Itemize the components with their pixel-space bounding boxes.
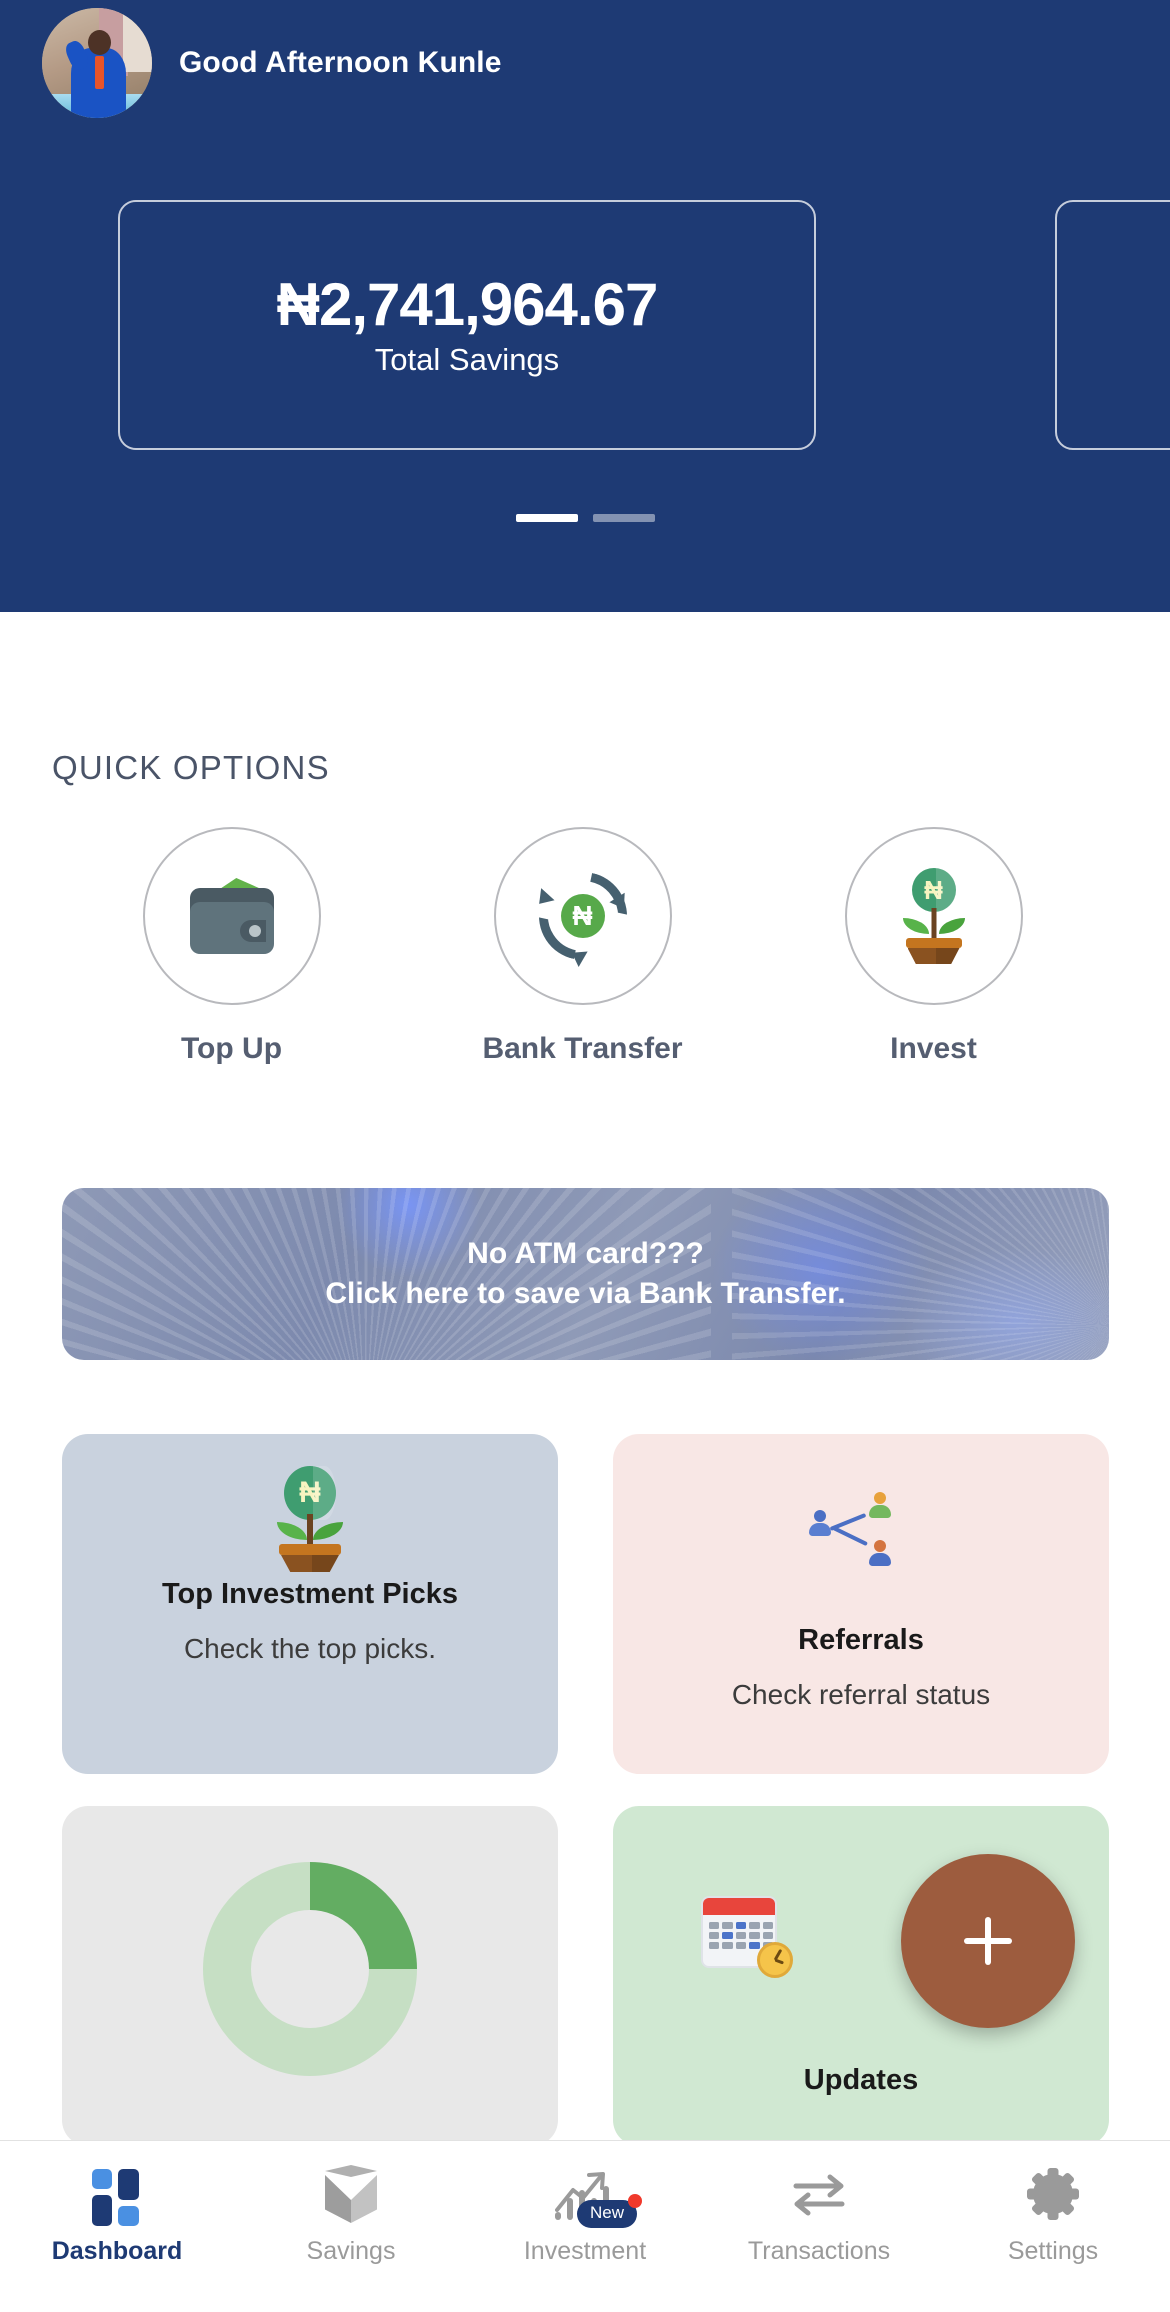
money-plant-icon: ₦ xyxy=(891,868,977,964)
new-badge-label: New xyxy=(590,2203,625,2223)
invest-circle[interactable]: ₦ xyxy=(844,827,1023,1005)
nav-label: Dashboard xyxy=(51,2237,183,2265)
balance-label: Total Savings xyxy=(374,341,560,377)
card-title: Top Investment Picks xyxy=(162,1578,458,1610)
plus-icon xyxy=(964,1917,1012,1965)
greeting-row: Good Afternoon Kunle xyxy=(42,8,502,118)
card-row-2: Updates xyxy=(62,1806,1109,2146)
nav-item-dashboard[interactable]: Dashboard xyxy=(0,2165,234,2266)
nav-item-savings[interactable]: Savings xyxy=(234,2165,468,2266)
donut-ring xyxy=(203,1862,417,2076)
card-savings-goal[interactable] xyxy=(62,1806,558,2146)
quick-option-invest[interactable]: ₦ Invest xyxy=(758,827,1109,1066)
banner-text: No ATM card??? Click here to save via Ba… xyxy=(325,1234,845,1313)
card-title: Updates xyxy=(803,2064,919,2096)
nav-label: Savings xyxy=(306,2237,396,2265)
card-subtitle: Check referral status xyxy=(731,1679,991,1710)
feature-card-grid: ₦ Top Investment Picks Check the top pic… xyxy=(62,1434,1109,2178)
nav-label: Transactions xyxy=(747,2237,891,2265)
bank-transfer-circle[interactable]: ₦ xyxy=(493,827,672,1005)
quick-option-top-up[interactable]: Top Up xyxy=(56,827,407,1066)
balance-card-next[interactable] xyxy=(1055,200,1170,450)
card-row-1: ₦ Top Investment Picks Check the top pic… xyxy=(62,1434,1109,1774)
nav-item-settings[interactable]: Settings xyxy=(936,2165,1170,2266)
quick-option-label: Top Up xyxy=(180,1032,283,1065)
nav-label: Investment xyxy=(523,2237,647,2265)
nav-item-transactions[interactable]: Transactions xyxy=(702,2165,936,2266)
cube-icon xyxy=(325,2165,377,2223)
card-top-investment-picks[interactable]: ₦ Top Investment Picks Check the top pic… xyxy=(62,1434,558,1774)
quick-option-label: Invest xyxy=(890,1032,977,1065)
grid-squares-icon xyxy=(92,2165,142,2226)
bank-transfer-promo-banner[interactable]: No ATM card??? Click here to save via Ba… xyxy=(62,1188,1109,1360)
top-up-circle[interactable] xyxy=(142,827,321,1005)
growth-chart-icon: New xyxy=(553,2165,643,2228)
balance-amount: ₦2,741,964.67 xyxy=(276,270,659,338)
quick-option-label: Bank Transfer xyxy=(482,1032,683,1065)
nav-item-investment[interactable]: New Investment xyxy=(468,2165,702,2266)
calendar-clock-icon xyxy=(701,1892,793,1978)
new-badge: New xyxy=(577,2194,643,2228)
card-title: Referrals xyxy=(798,1624,924,1656)
carousel-pager[interactable] xyxy=(0,514,1170,522)
balance-carousel[interactable]: ₦2,741,964.67 Total Savings xyxy=(0,200,1170,450)
greeting-text: Good Afternoon Kunle xyxy=(179,46,502,79)
card-subtitle: Check the top picks. xyxy=(183,1633,437,1664)
bottom-navigation-bar: Dashboard Savings New Investment Transac… xyxy=(0,2140,1170,2312)
card-referrals[interactable]: Referrals Check referral status xyxy=(613,1434,1109,1774)
pager-dot-2[interactable] xyxy=(592,514,655,522)
wallet-icon xyxy=(186,876,278,956)
banner-line-2: Click here to save via Bank Transfer. xyxy=(325,1277,846,1310)
network-people-icon xyxy=(801,1490,921,1570)
quick-option-bank-transfer[interactable]: ₦ Bank Transfer xyxy=(407,827,758,1066)
currency-exchange-icon: ₦ xyxy=(535,868,631,964)
balance-card-total-savings[interactable]: ₦2,741,964.67 Total Savings xyxy=(118,200,816,450)
app-header: Good Afternoon Kunle ₦2,741,964.67 Total… xyxy=(0,0,1170,612)
quick-options-heading: QUICK OPTIONS xyxy=(52,749,330,786)
card-updates[interactable]: Updates xyxy=(613,1806,1109,2146)
quick-options-row: Top Up ₦ Bank Transfer ₦ Invest xyxy=(0,827,1170,1066)
banner-line-1: No ATM card??? xyxy=(467,1237,704,1271)
donut-progress-chart xyxy=(203,1862,417,2076)
add-update-fab-button[interactable] xyxy=(901,1854,1075,2028)
transfer-arrows-icon xyxy=(790,2165,848,2223)
avatar[interactable] xyxy=(42,8,152,118)
nav-label: Settings xyxy=(1007,2237,1099,2265)
notification-dot-icon xyxy=(628,2194,643,2209)
pager-dot-1[interactable] xyxy=(515,514,578,522)
gear-icon xyxy=(1027,2165,1079,2223)
money-plant-icon: ₦ xyxy=(267,1466,353,1572)
